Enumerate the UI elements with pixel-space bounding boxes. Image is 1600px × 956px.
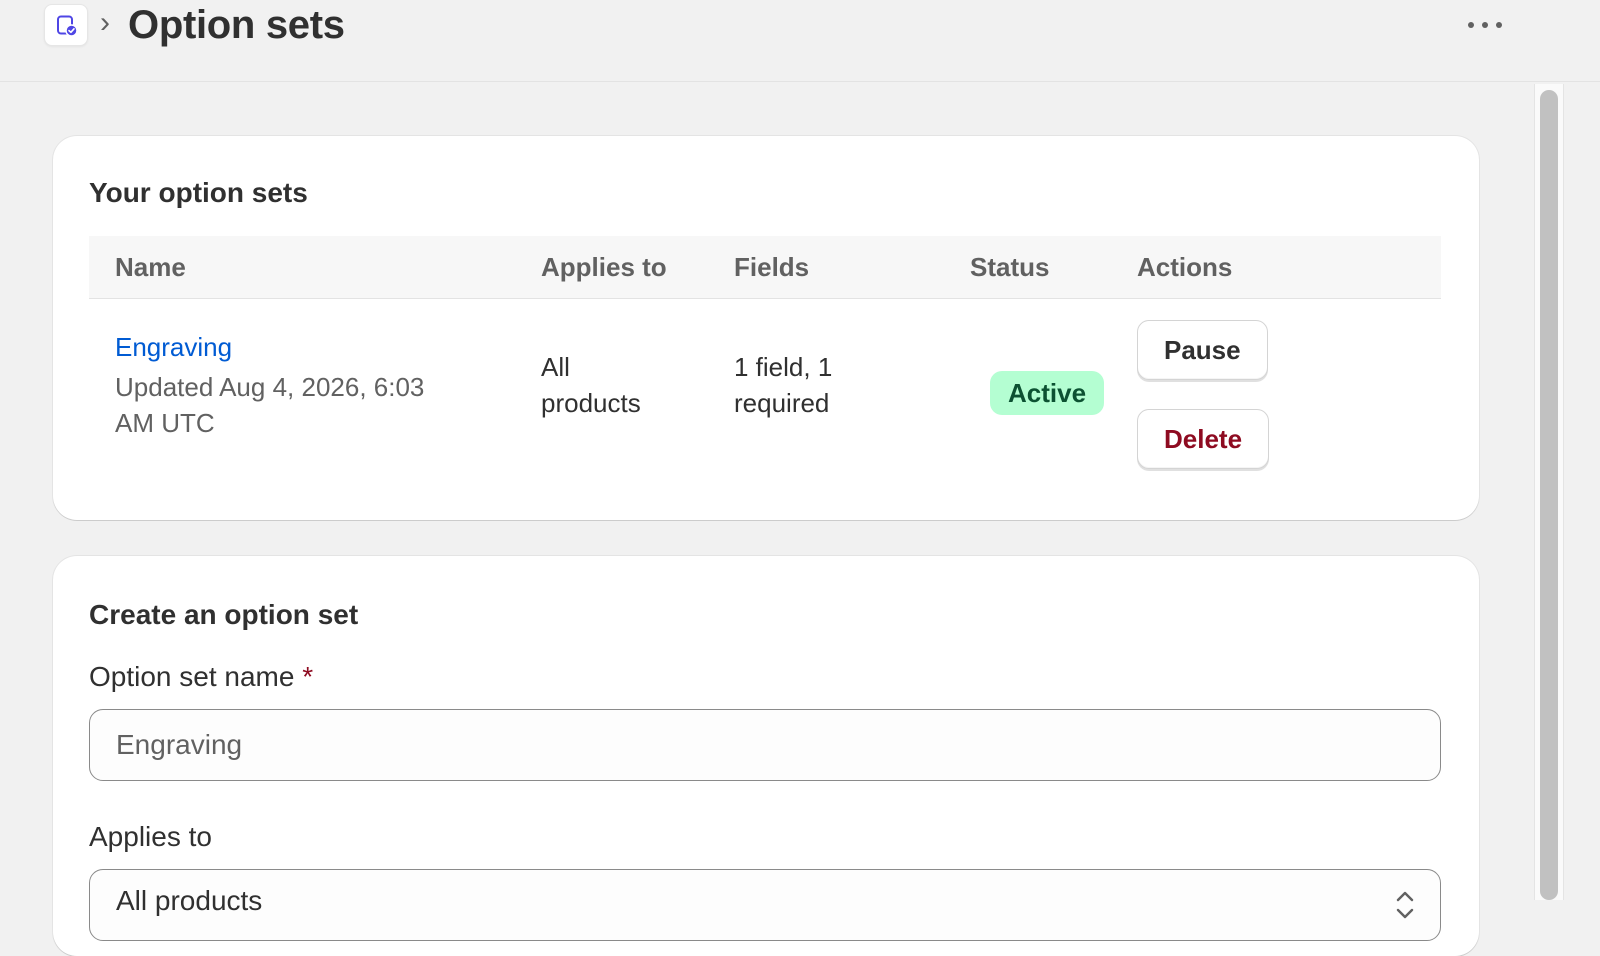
option-set-name-label: Option set name * xyxy=(89,660,313,694)
status-badge: Active xyxy=(990,371,1105,415)
scrollbar-thumb[interactable] xyxy=(1540,90,1558,900)
page-title: Option sets xyxy=(128,3,345,47)
option-set-name-link[interactable]: Engraving xyxy=(115,329,232,365)
delete-button[interactable]: Delete xyxy=(1137,409,1270,469)
more-actions-button[interactable] xyxy=(1462,6,1508,42)
fields-cell-cont: required xyxy=(734,388,830,418)
applies-to-value: All products xyxy=(116,885,263,916)
chevron-up-down-icon xyxy=(1392,882,1418,933)
option-sets-heading: Your option sets xyxy=(89,177,308,208)
more-horizontal-icon-dot xyxy=(1496,22,1502,28)
required-marker: * xyxy=(302,661,314,692)
chevron-right-icon: › xyxy=(100,6,110,39)
top-bar: › Option sets xyxy=(0,0,1600,82)
column-header-status: Status xyxy=(970,252,1050,282)
more-horizontal-icon xyxy=(1468,22,1474,28)
fields-cell: 1 field, 1 xyxy=(734,352,833,382)
option-set-name-label-text: Option set name xyxy=(89,661,295,692)
more-horizontal-icon-dot xyxy=(1482,22,1488,28)
column-header-applies-to: Applies to xyxy=(541,252,667,282)
option-set-name-input[interactable]: Engraving xyxy=(89,709,1441,781)
option-sets-card: Your option sets Name Applies to Fields … xyxy=(53,136,1479,520)
applies-to-cell: All xyxy=(541,352,570,382)
table-row: Engraving Updated Aug 4, 2026, 6:03 AM U… xyxy=(89,299,1441,499)
create-option-set-card: Create an option set Option set name * E… xyxy=(53,556,1479,956)
app-option-sets-icon[interactable] xyxy=(44,4,88,46)
pause-button[interactable]: Pause xyxy=(1137,320,1268,380)
applies-to-label: Applies to xyxy=(89,821,212,852)
column-header-actions: Actions xyxy=(1137,252,1233,282)
column-header-fields: Fields xyxy=(734,252,810,282)
applies-to-select[interactable]: All products xyxy=(89,869,1441,941)
option-set-updated-cont: AM UTC xyxy=(115,408,215,438)
option-set-name-placeholder: Engraving xyxy=(116,729,243,760)
column-header-name: Name xyxy=(115,252,186,282)
table-header: Name Applies to Fields Status Actions xyxy=(89,236,1441,299)
option-set-updated: Updated Aug 4, 2026, 6:03 xyxy=(115,372,425,402)
create-option-set-heading: Create an option set xyxy=(89,599,359,630)
applies-to-cell-cont: products xyxy=(541,388,641,418)
